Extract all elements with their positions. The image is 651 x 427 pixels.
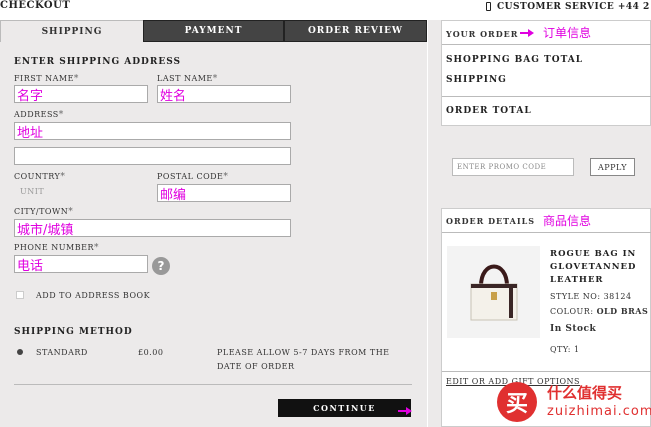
product-image[interactable]	[447, 246, 540, 338]
product-name-line2: GLOVETANNED	[550, 262, 637, 272]
standard-option-label: STANDARD	[36, 348, 88, 357]
last-name-label: LAST NAME*	[157, 74, 218, 84]
address-label: ADDRESS*	[14, 110, 64, 120]
postal-code-field[interactable]: 邮编	[157, 184, 291, 203]
order-total-label: ORDER TOTAL	[446, 106, 532, 116]
shipping-cost-label: SHIPPING	[446, 75, 507, 85]
continue-annotation-arrow	[398, 407, 412, 415]
watermark: 买 什么值得买 zuizhimai.com	[497, 378, 651, 427]
your-order-divider	[442, 44, 651, 45]
city-field[interactable]: 城市/城镇	[14, 219, 291, 238]
phone-icon	[486, 2, 491, 11]
address-line2-field[interactable]	[14, 147, 291, 165]
edit-divider	[442, 371, 651, 372]
tab-order-review[interactable]: ORDER REVIEW	[284, 20, 427, 42]
apply-button[interactable]: APPLY	[590, 158, 635, 176]
shipping-form-panel: ENTER SHIPPING ADDRESS FIRST NAME* 名字 LA…	[0, 42, 427, 427]
watermark-cn: 什么值得买	[547, 384, 623, 402]
help-icon[interactable]: ?	[152, 257, 170, 275]
order-details-divider	[442, 232, 651, 233]
phone-label: PHONE NUMBER*	[14, 243, 99, 253]
customer-service-text: CUSTOMER SERVICE +44 2	[497, 2, 650, 12]
style-number: STYLE NO: 38124	[550, 292, 632, 301]
quantity: QTY: 1	[550, 345, 580, 354]
product-name-line1: ROGUE BAG IN	[550, 249, 637, 259]
order-details-annotation: 商品信息	[543, 214, 592, 228]
phone-field[interactable]: 电话	[14, 255, 148, 274]
watermark-logo: 买	[497, 382, 537, 422]
city-label: CITY/TOWN*	[14, 207, 74, 217]
order-total-divider	[442, 96, 651, 97]
bag-total-label: SHOPPING BAG TOTAL	[446, 55, 584, 65]
shipping-price: £0.00	[138, 348, 164, 357]
colour: COLOUR: OLD BRAS	[550, 306, 649, 316]
address-book-label: ADD TO ADDRESS BOOK	[36, 291, 151, 300]
address-line1-field[interactable]: 地址	[14, 122, 291, 141]
order-details-heading: ORDER DETAILS	[446, 216, 535, 226]
first-name-field[interactable]: 名字	[14, 85, 148, 104]
delivery-note-line2: DATE OF ORDER	[217, 362, 295, 371]
first-name-label: FIRST NAME*	[14, 74, 79, 84]
address-book-checkbox[interactable]	[16, 291, 24, 299]
last-name-field[interactable]: 姓名	[157, 85, 291, 104]
delivery-note-line1: PLEASE ALLOW 5-7 DAYS FROM THE	[217, 348, 390, 357]
postal-code-label: POSTAL CODE*	[157, 172, 229, 182]
stock-status: In Stock	[550, 324, 597, 334]
tab-shipping[interactable]: SHIPPING	[0, 20, 143, 42]
handbag-icon	[470, 264, 518, 321]
shipping-address-heading: ENTER SHIPPING ADDRESS	[14, 57, 181, 67]
your-order-heading: YOUR ORDER	[446, 29, 519, 39]
country-value: UNIT	[20, 187, 45, 196]
shipping-method-heading: SHIPPING METHOD	[14, 327, 133, 337]
page-title: CHECKOUT	[0, 0, 71, 11]
watermark-en: zuizhimai.com	[547, 404, 651, 419]
your-order-annotation: 订单信息	[543, 26, 592, 40]
country-label: COUNTRY*	[14, 172, 66, 182]
checkout-tabs: SHIPPING PAYMENT ORDER REVIEW	[0, 20, 427, 42]
promo-code-input[interactable]: ENTER PROMO CODE	[452, 158, 574, 176]
tab-payment[interactable]: PAYMENT	[143, 20, 284, 42]
divider	[14, 384, 412, 385]
your-order-annotation-arrow	[520, 29, 534, 37]
product-name-line3: LEATHER	[550, 275, 604, 285]
continue-button[interactable]: CONTINUE	[278, 399, 411, 417]
standard-radio[interactable]	[17, 349, 23, 355]
